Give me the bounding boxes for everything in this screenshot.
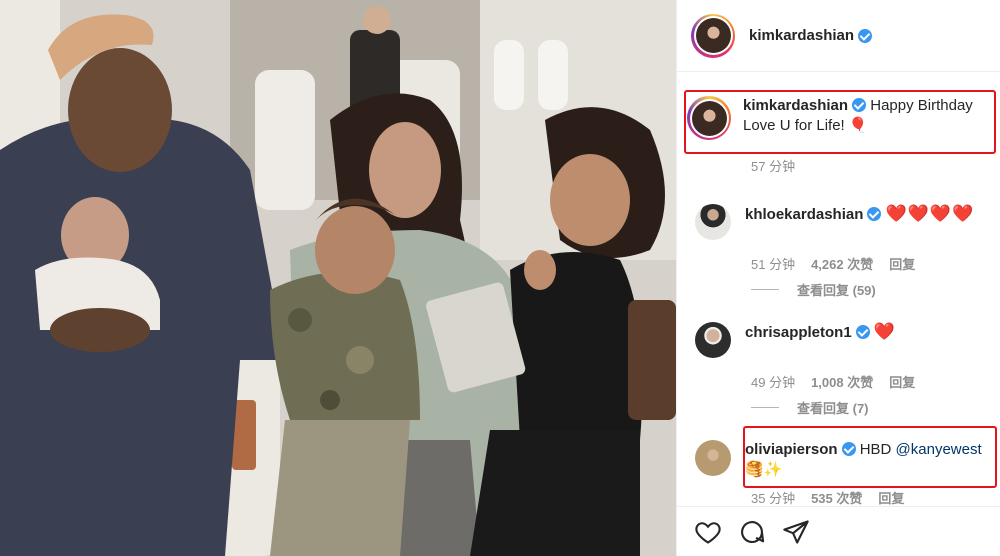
- comment-likes[interactable]: 535 次赞: [811, 488, 862, 507]
- highlight-box-caption: [684, 90, 996, 154]
- post-photo[interactable]: [0, 0, 676, 556]
- commenter-avatar[interactable]: [695, 204, 731, 240]
- verified-icon: [867, 207, 882, 221]
- reply-button[interactable]: 回复: [878, 488, 904, 507]
- post-header: kimkardashian: [677, 0, 1000, 72]
- comment-time[interactable]: 35 分钟: [751, 488, 795, 507]
- comment-text: ❤️❤️❤️❤️: [885, 204, 975, 223]
- reply-button[interactable]: 回复: [889, 372, 915, 391]
- author-avatar[interactable]: [691, 13, 735, 58]
- commenter-avatar[interactable]: [695, 322, 731, 358]
- highlight-box-comment: [743, 426, 997, 488]
- divider-line: [751, 289, 779, 290]
- commenter-avatar[interactable]: [695, 440, 731, 476]
- view-replies-label: 查看回复 (59): [797, 283, 876, 298]
- post-actions: [677, 506, 1000, 556]
- comment-likes[interactable]: 4,262 次赞: [811, 254, 873, 273]
- comment-bubble-icon[interactable]: [737, 518, 767, 546]
- comment-likes[interactable]: 1,008 次赞: [811, 372, 873, 391]
- comment-item: chrisappleton1 ❤️ 49 分钟 1,008 次赞 回复: [677, 322, 1000, 391]
- paper-plane-icon[interactable]: [781, 518, 811, 546]
- comment-time[interactable]: 49 分钟: [751, 372, 795, 391]
- reply-button[interactable]: 回复: [889, 254, 915, 273]
- divider-line: [751, 407, 779, 408]
- view-replies-label: 查看回复 (7): [797, 401, 869, 416]
- comment-username[interactable]: chrisappleton1: [745, 324, 852, 341]
- verified-icon: [858, 28, 873, 43]
- family-photo-illustration: [0, 0, 676, 556]
- comment-text: ❤️: [873, 322, 897, 341]
- post-side-panel: kimkardashian kimkardashian Happy Birthd…: [676, 0, 1000, 556]
- verified-icon: [855, 325, 870, 339]
- comment-username[interactable]: khloekardashian: [745, 206, 863, 223]
- author-username[interactable]: kimkardashian: [749, 27, 854, 44]
- comment-item: khloekardashian ❤️❤️❤️❤️ 51 分钟 4,262 次赞 …: [677, 204, 1000, 273]
- comment-time[interactable]: 51 分钟: [751, 254, 795, 273]
- heart-outline-icon[interactable]: [693, 518, 723, 546]
- view-replies-button[interactable]: 查看回复 (7): [751, 398, 869, 417]
- view-replies-button[interactable]: 查看回复 (59): [751, 280, 876, 299]
- caption-time[interactable]: 57 分钟: [751, 156, 795, 175]
